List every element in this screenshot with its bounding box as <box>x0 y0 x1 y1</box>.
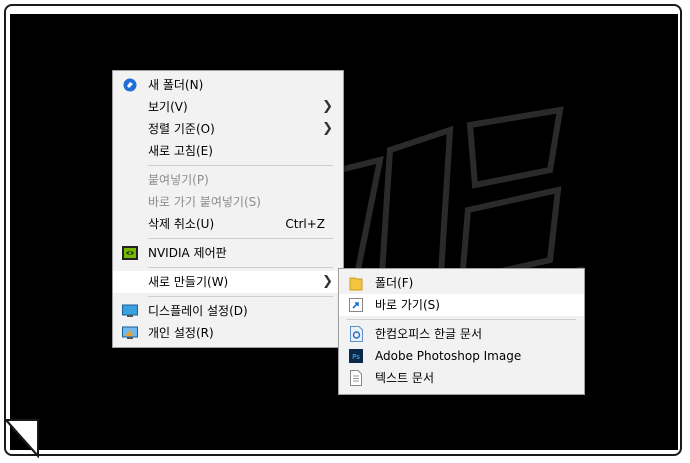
menu-item-paste-shortcut: 바로 가기 붙여넣기(S) <box>113 191 343 213</box>
menu-item-personalize[interactable]: 개인 설정(R) <box>113 322 343 344</box>
shortcut-hint: Ctrl+Z <box>285 217 325 231</box>
display-settings-icon <box>122 303 138 319</box>
menu-item-label: 새로 고침(E) <box>148 144 213 158</box>
menu-item-new-folder[interactable]: 새 폴더(N) <box>113 74 343 96</box>
menu-item-label: 보기(V) <box>148 100 188 114</box>
menu-item-display-settings[interactable]: 디스플레이 설정(D) <box>113 300 343 322</box>
menu-item-label: 바로 가기 붙여넣기(S) <box>148 195 261 209</box>
folder-icon <box>348 275 364 291</box>
menu-item-label: 새로 만들기(W) <box>148 275 229 289</box>
menu-separator <box>148 267 333 268</box>
menu-separator <box>148 165 333 166</box>
submenu-item-label: 한컴오피스 한글 문서 <box>375 327 482 341</box>
nvidia-icon <box>122 245 138 261</box>
menu-item-label: 개인 설정(R) <box>148 326 214 340</box>
submenu-item-label: 폴더(F) <box>375 276 414 290</box>
menu-item-label: 디스플레이 설정(D) <box>148 304 248 318</box>
menu-item-label: 새 폴더(N) <box>148 78 204 92</box>
photoshop-icon: Ps <box>348 348 364 364</box>
menu-item-sort-by[interactable]: 정렬 기준(O) ❯ <box>113 118 343 140</box>
chevron-right-icon: ❯ <box>322 274 333 289</box>
menu-item-refresh[interactable]: 새로 고침(E) <box>113 140 343 162</box>
new-folder-icon <box>122 77 138 93</box>
chevron-right-icon: ❯ <box>322 121 333 136</box>
svg-text:Ps: Ps <box>352 353 360 361</box>
submenu-item-shortcut[interactable]: 바로 가기(S) <box>339 294 584 316</box>
menu-item-label: 삭제 취소(U) <box>148 217 215 231</box>
submenu-item-label: Adobe Photoshop Image <box>375 349 522 363</box>
submenu-item-photoshop-image[interactable]: Ps Adobe Photoshop Image <box>339 345 584 367</box>
menu-item-paste: 붙여넣기(P) <box>113 169 343 191</box>
submenu-item-hwp-document[interactable]: 한컴오피스 한글 문서 <box>339 323 584 345</box>
hwp-document-icon <box>348 326 364 342</box>
page-fold-corner <box>4 419 39 458</box>
submenu-item-label: 텍스트 문서 <box>375 371 435 385</box>
menu-item-new[interactable]: 새로 만들기(W) ❯ <box>113 271 343 293</box>
menu-item-nvidia-control-panel[interactable]: NVIDIA 제어판 <box>113 242 343 264</box>
chevron-right-icon: ❯ <box>322 99 333 114</box>
menu-item-label: 정렬 기준(O) <box>148 122 215 136</box>
menu-separator <box>347 319 576 320</box>
text-document-icon <box>348 370 364 386</box>
menu-separator <box>148 238 333 239</box>
menu-item-label: NVIDIA 제어판 <box>148 246 227 260</box>
menu-item-undo-delete[interactable]: 삭제 취소(U) Ctrl+Z <box>113 213 343 235</box>
menu-item-label: 붙여넣기(P) <box>148 173 209 187</box>
new-submenu: 폴더(F) 바로 가기(S) 한컴오피스 한글 문서 Ps Adobe Phot… <box>338 268 585 395</box>
menu-separator <box>148 296 333 297</box>
shortcut-icon <box>348 297 364 313</box>
personalize-icon <box>122 325 138 341</box>
submenu-item-text-document[interactable]: 텍스트 문서 <box>339 367 584 389</box>
submenu-item-label: 바로 가기(S) <box>375 298 440 312</box>
desktop-context-menu: 새 폴더(N) 보기(V) ❯ 정렬 기준(O) ❯ 새로 고침(E) 붙여넣기… <box>112 70 344 348</box>
submenu-item-folder[interactable]: 폴더(F) <box>339 272 584 294</box>
menu-item-view[interactable]: 보기(V) ❯ <box>113 96 343 118</box>
